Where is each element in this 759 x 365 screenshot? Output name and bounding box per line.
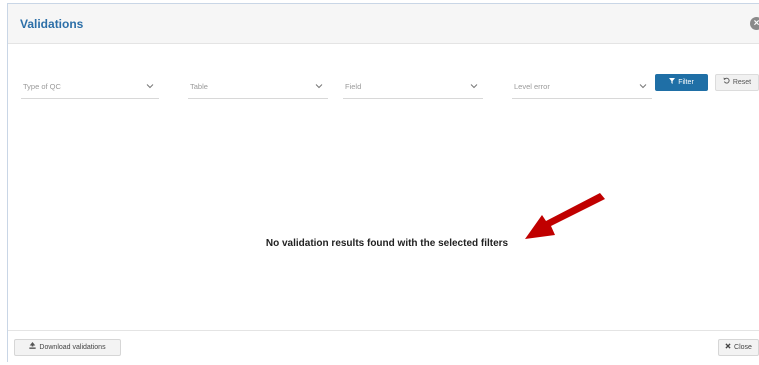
empty-results-message: No validation results found with the sel… xyxy=(265,238,509,249)
level-error-select[interactable]: Level error xyxy=(512,76,652,99)
download-validations-button[interactable]: Download validations xyxy=(14,339,121,356)
download-icon xyxy=(29,342,37,349)
chevron-down-icon xyxy=(146,84,154,89)
close-button[interactable]: Close xyxy=(718,339,759,356)
dialog-title: Validations xyxy=(20,17,84,31)
download-validations-label: Download validations xyxy=(39,344,106,351)
chevron-down-icon xyxy=(315,84,323,89)
reset-button-label: Reset xyxy=(732,79,752,86)
reset-button[interactable]: Reset xyxy=(715,74,759,91)
filter-icon xyxy=(669,78,676,84)
chevron-down-icon xyxy=(639,84,647,89)
filter-button[interactable]: Filter xyxy=(655,74,708,91)
table-select[interactable]: Table xyxy=(188,76,328,99)
chevron-down-icon xyxy=(470,84,478,89)
filter-button-label: Filter xyxy=(678,79,694,86)
field-select[interactable]: Field xyxy=(343,76,483,99)
dialog-header: Validations × xyxy=(8,4,759,44)
close-icon[interactable]: × xyxy=(750,17,759,30)
type-of-qc-select[interactable]: Type of QC xyxy=(21,76,159,99)
times-icon xyxy=(725,343,731,349)
type-of-qc-placeholder: Type of QC xyxy=(23,82,61,91)
close-button-label: Close xyxy=(734,344,752,351)
validations-dialog: Validations × xyxy=(7,3,759,363)
table-placeholder: Table xyxy=(190,82,208,91)
field-placeholder: Field xyxy=(345,82,362,91)
level-error-placeholder: Level error xyxy=(514,82,550,91)
red-arrow-annotation xyxy=(525,193,605,239)
undo-icon xyxy=(723,77,730,84)
